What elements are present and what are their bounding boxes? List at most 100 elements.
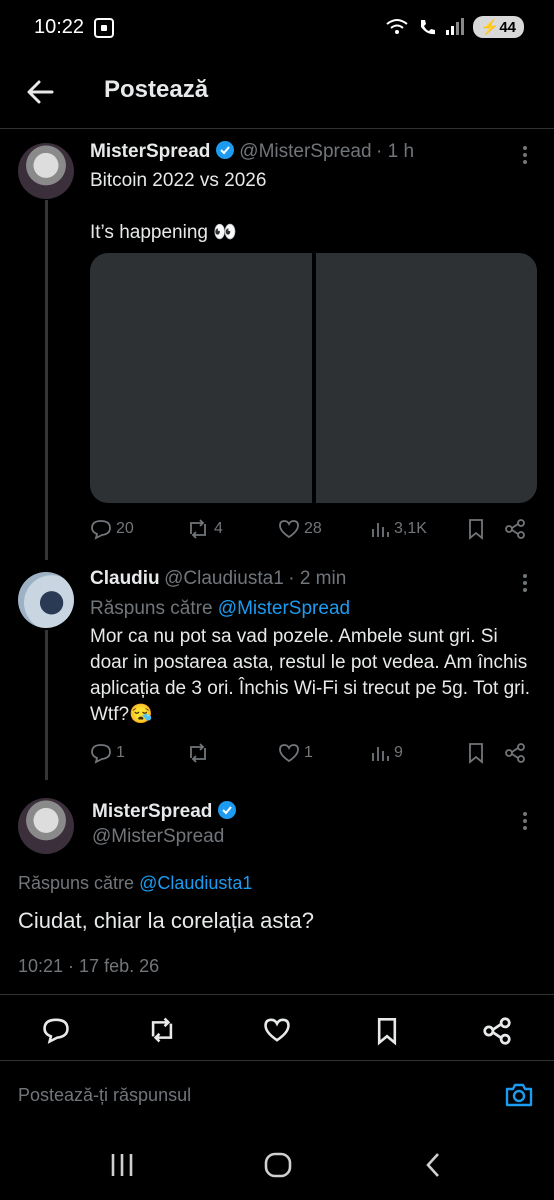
bookmark-button[interactable] [466, 518, 486, 540]
reply-count: 20 [116, 520, 134, 537]
share-icon [483, 1017, 511, 1045]
reply-icon [43, 1018, 69, 1044]
views-button[interactable]: 9 [370, 742, 403, 764]
reply-icon [91, 520, 111, 540]
tweet3-author-name[interactable]: MisterSpread [92, 801, 212, 822]
chevron-left-icon [426, 1153, 439, 1177]
views-count: 9 [394, 744, 403, 761]
camera-button[interactable] [504, 1081, 534, 1114]
top-app-bar: Postează [0, 60, 554, 124]
repost-count: 4 [214, 520, 223, 537]
wifi-icon [386, 19, 408, 34]
back-button[interactable] [22, 72, 62, 112]
status-time: 10:22 [34, 16, 85, 38]
tweet2-text: Mor ca nu pot sa vad pozele. Ambele sunt… [90, 626, 530, 725]
camera-icon [505, 1083, 533, 1107]
reply-button[interactable]: 20 [90, 518, 134, 540]
tweet3-header: MisterSpread [92, 800, 237, 823]
home-button[interactable] [262, 1150, 294, 1185]
reply-icon [91, 744, 111, 764]
like-button[interactable] [262, 1016, 292, 1049]
like-button[interactable]: 28 [278, 518, 322, 540]
reply-to-link[interactable]: @Claudiusta1 [139, 873, 252, 893]
home-icon [264, 1152, 292, 1178]
share-icon [505, 519, 525, 539]
repost-icon [151, 1017, 173, 1043]
bookmark-icon [469, 743, 483, 764]
tweet2-reply-context: Răspuns către @MisterSpread [90, 596, 350, 622]
back-nav-button[interactable] [420, 1150, 446, 1185]
battery-level: 44 [499, 19, 516, 36]
tweet2-author-name[interactable]: Claudiu [90, 568, 160, 589]
tweet2-handle[interactable]: @Claudiusta1 [164, 568, 284, 589]
arrow-left-icon [27, 80, 54, 104]
tweet1-author-name[interactable]: MisterSpread [90, 141, 210, 162]
tweet2-time: · 2 min [288, 568, 347, 589]
signal-icon [445, 18, 464, 35]
verified-badge-icon [217, 801, 236, 819]
tweet2-header: Claudiu @Claudiusta1 · 2 min [90, 568, 346, 590]
reply-prefix: Răspuns către [90, 598, 213, 619]
tweet1-text-line2: It’s happening 👀 [90, 222, 237, 243]
share-button[interactable] [504, 518, 526, 540]
verified-badge-icon [215, 141, 234, 159]
like-count: 1 [304, 744, 313, 761]
avatar-claudiu[interactable] [18, 572, 74, 628]
system-navigation-bar [0, 1130, 554, 1200]
like-count: 28 [304, 520, 322, 537]
system-icons: ⚡44 [385, 16, 524, 38]
bookmark-icon [469, 519, 483, 540]
more-options-icon[interactable] [522, 812, 528, 833]
status-bar: 10:22 ⚡44 [0, 0, 554, 60]
share-button[interactable] [504, 742, 526, 764]
tweet3-handle[interactable]: @MisterSpread [92, 826, 224, 848]
media-image-left[interactable] [90, 253, 312, 503]
more-options-icon[interactable] [522, 574, 528, 595]
reply-composer: Postează-ți răspunsul [0, 1060, 554, 1130]
reply-button[interactable]: 1 [90, 742, 125, 764]
repost-button[interactable] [146, 1016, 178, 1049]
bookmark-button[interactable] [466, 742, 486, 764]
views-icon [372, 523, 389, 537]
repost-button[interactable] [186, 742, 214, 764]
share-button[interactable] [482, 1016, 512, 1051]
tweet1-text-line1: Bitcoin 2022 vs 2026 [90, 170, 267, 191]
repost-icon [190, 519, 206, 539]
thread-line-2 [45, 630, 48, 780]
battery-indicator: ⚡44 [472, 16, 524, 38]
page-title: Postează [104, 76, 209, 103]
more-options-icon[interactable] [522, 146, 528, 167]
views-count: 3,1K [394, 520, 427, 537]
like-button[interactable]: 1 [278, 742, 313, 764]
tweet1-handle[interactable]: @MisterSpread [239, 141, 371, 162]
repost-button[interactable]: 4 [186, 518, 223, 540]
reply-input[interactable]: Postează-ți răspunsul [18, 1085, 191, 1106]
bookmark-icon [377, 1018, 397, 1046]
screenshot-icon [94, 18, 114, 38]
reply-count: 1 [116, 744, 125, 761]
repost-icon [190, 743, 206, 763]
reply-button[interactable] [42, 1016, 70, 1049]
recent-apps-button[interactable] [108, 1150, 136, 1185]
tweet3-timestamp[interactable]: 10:21 · 17 feb. 26 [18, 956, 159, 977]
bookmark-button[interactable] [374, 1016, 400, 1051]
tweet1-media[interactable] [90, 253, 537, 503]
thread-line [45, 200, 48, 560]
call-icon [420, 20, 435, 35]
recent-apps-icon [111, 1154, 133, 1176]
views-button[interactable]: 3,1K [370, 518, 427, 540]
timestamp-divider [0, 994, 554, 995]
tweet1-header: MisterSpread @MisterSpread · 1 h [90, 140, 414, 163]
views-icon [372, 747, 389, 761]
heart-icon [264, 1018, 290, 1042]
share-icon [505, 743, 525, 763]
heart-icon [279, 744, 299, 763]
avatar-misterspread[interactable] [18, 798, 74, 854]
tweet3-reply-context: Răspuns către @Claudiusta1 [18, 870, 252, 896]
avatar-misterspread[interactable] [18, 143, 74, 199]
tweet3-text: Ciudat, chiar la corelația asta? [18, 908, 314, 933]
tweet1-time: · 1 h [376, 141, 415, 162]
reply-to-link[interactable]: @MisterSpread [218, 598, 350, 619]
media-image-right[interactable] [315, 253, 537, 503]
reply-prefix: Răspuns către [18, 873, 135, 893]
